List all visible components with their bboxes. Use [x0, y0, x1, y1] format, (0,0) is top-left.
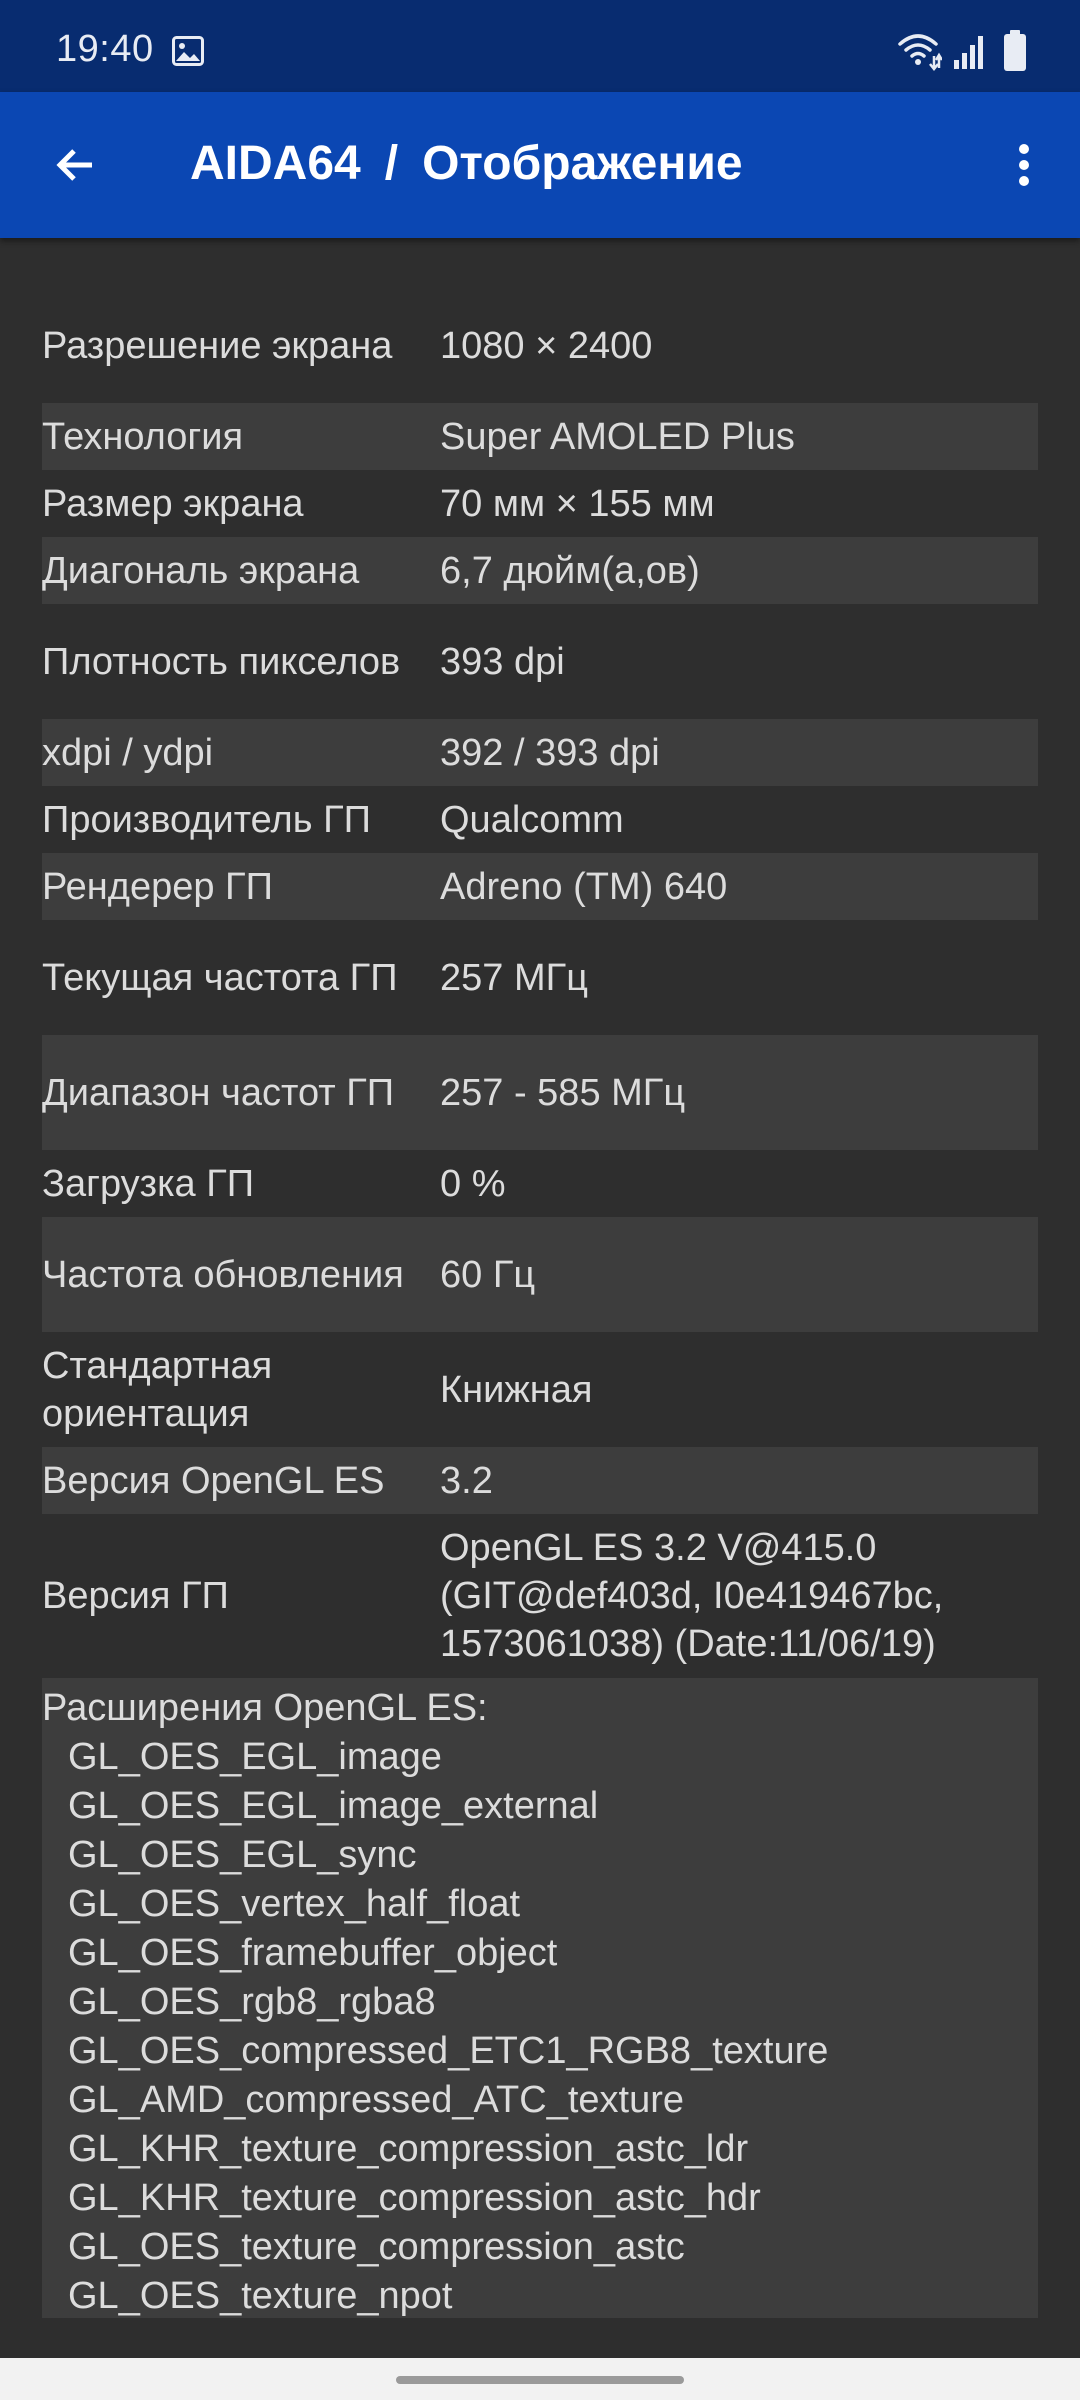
status-bar: 19:40	[0, 0, 1080, 92]
info-value: Qualcomm	[440, 798, 624, 841]
page-title: AIDA64 / Отображение	[190, 136, 743, 191]
info-label: Диапазон частот ГП	[42, 1071, 395, 1114]
extension-item: GL_OES_vertex_half_float	[68, 1883, 521, 1925]
info-label: Загрузка ГП	[42, 1162, 255, 1205]
info-row-gpu-version: Версия ГП OpenGL ES 3.2 V@415.0 (GIT@def…	[42, 1514, 1038, 1678]
extension-item: GL_OES_compressed_ETC1_RGB8_texture	[68, 2030, 829, 2072]
info-label: Частота обновления	[42, 1253, 404, 1296]
extension-item: GL_KHR_texture_compression_astc_ldr	[68, 2128, 749, 2170]
status-time: 19:40	[56, 28, 154, 70]
signal-icon	[952, 34, 986, 70]
info-value: OpenGL ES 3.2 V@415.0 (GIT@def403d, I0e4…	[440, 1527, 944, 1665]
app-name: AIDA64	[190, 137, 361, 190]
info-value: 70 мм × 155 мм	[440, 482, 715, 525]
opengl-extensions-block: Расширения OpenGL ES: GL_OES_EGL_image G…	[42, 1678, 1038, 2318]
display-info-list: Разрешение экрана 1080 × 2400 Технология…	[42, 288, 1038, 2318]
info-label: Технология	[42, 415, 244, 458]
screen: 19:40 AIDA64 / Отображение Разрешение эк…	[0, 0, 1080, 2400]
info-label: xdpi / ydpi	[42, 731, 214, 774]
extensions-title: Расширения OpenGL ES:	[42, 1687, 488, 1729]
info-value: Adreno (TM) 640	[440, 865, 728, 908]
info-row-pixel-density: Плотность пикселов 393 dpi	[42, 604, 1038, 719]
info-value: 6,7 дюйм(а,ов)	[440, 549, 700, 592]
info-value: 393 dpi	[440, 640, 565, 683]
extension-item: GL_OES_rgb8_rgba8	[68, 1981, 436, 2023]
info-row-orientation: Стандартная ориентация Книжная	[42, 1332, 1038, 1447]
more-vert-icon	[1019, 144, 1029, 186]
home-gesture-handle[interactable]	[396, 2376, 684, 2384]
back-button[interactable]	[36, 125, 116, 205]
section-title: Отображение	[422, 137, 743, 190]
info-label: Диагональ экрана	[42, 549, 360, 592]
more-options-button[interactable]	[1000, 125, 1048, 205]
info-row-gpu-vendor: Производитель ГП Qualcomm	[42, 786, 1038, 853]
title-separator: /	[384, 137, 399, 190]
extension-item: GL_AMD_compressed_ATC_texture	[68, 2079, 684, 2121]
extension-item: GL_OES_EGL_image_external	[68, 1785, 599, 1827]
info-value: 1080 × 2400	[440, 324, 653, 367]
info-label: Стандартная ориентация	[42, 1344, 273, 1435]
info-row-refresh-rate: Частота обновления 60 Гц	[42, 1217, 1038, 1332]
info-value: 3.2	[440, 1459, 493, 1502]
info-label: Версия ГП	[42, 1575, 229, 1617]
extension-item: GL_OES_EGL_image	[68, 1736, 442, 1778]
extension-item: GL_OES_framebuffer_object	[68, 1932, 558, 1974]
info-label: Плотность пикселов	[42, 640, 401, 683]
info-value: Super AMOLED Plus	[440, 415, 795, 458]
info-label: Размер экрана	[42, 482, 304, 525]
info-row-gpu-load: Загрузка ГП 0 %	[42, 1150, 1038, 1217]
info-row-diagonal: Диагональ экрана 6,7 дюйм(а,ов)	[42, 537, 1038, 604]
info-value: Книжная	[440, 1368, 593, 1411]
info-row-gpu-renderer: Рендерер ГП Adreno (TM) 640	[42, 853, 1038, 920]
info-row-gpu-clock-range: Диапазон частот ГП 257 - 585 МГц	[42, 1035, 1038, 1150]
info-value: 60 Гц	[440, 1253, 536, 1296]
battery-icon	[1003, 30, 1027, 72]
info-value: 257 МГц	[440, 956, 588, 999]
extension-item: GL_KHR_texture_compression_astc_hdr	[68, 2177, 761, 2219]
info-label: Версия OpenGL ES	[42, 1459, 385, 1502]
info-label: Разрешение экрана	[42, 324, 393, 367]
info-value: 392 / 393 dpi	[440, 731, 660, 774]
info-label: Производитель ГП	[42, 798, 371, 841]
info-row-screen-size: Размер экрана 70 мм × 155 мм	[42, 470, 1038, 537]
arrow-back-icon	[56, 149, 92, 181]
info-row-xdpi-ydpi: xdpi / ydpi 392 / 393 dpi	[42, 719, 1038, 786]
extension-item: GL_OES_EGL_sync	[68, 1834, 417, 1876]
info-row-opengl-version: Версия OpenGL ES 3.2	[42, 1447, 1038, 1514]
info-value: 257 - 585 МГц	[440, 1071, 686, 1114]
extension-item: GL_OES_texture_npot	[68, 2275, 453, 2317]
wifi-icon	[898, 32, 944, 72]
info-row-resolution: Разрешение экрана 1080 × 2400	[42, 288, 1038, 403]
info-row-technology: Технология Super AMOLED Plus	[42, 403, 1038, 470]
info-row-gpu-clock: Текущая частота ГП 257 МГц	[42, 920, 1038, 1035]
image-icon	[172, 36, 204, 66]
extension-item: GL_OES_texture_compression_astc	[68, 2226, 685, 2268]
info-label: Текущая частота ГП	[42, 956, 398, 999]
info-value: 0 %	[440, 1162, 506, 1205]
navigation-bar	[0, 2358, 1080, 2400]
info-label: Рендерер ГП	[42, 865, 273, 908]
app-bar: AIDA64 / Отображение	[0, 92, 1080, 238]
